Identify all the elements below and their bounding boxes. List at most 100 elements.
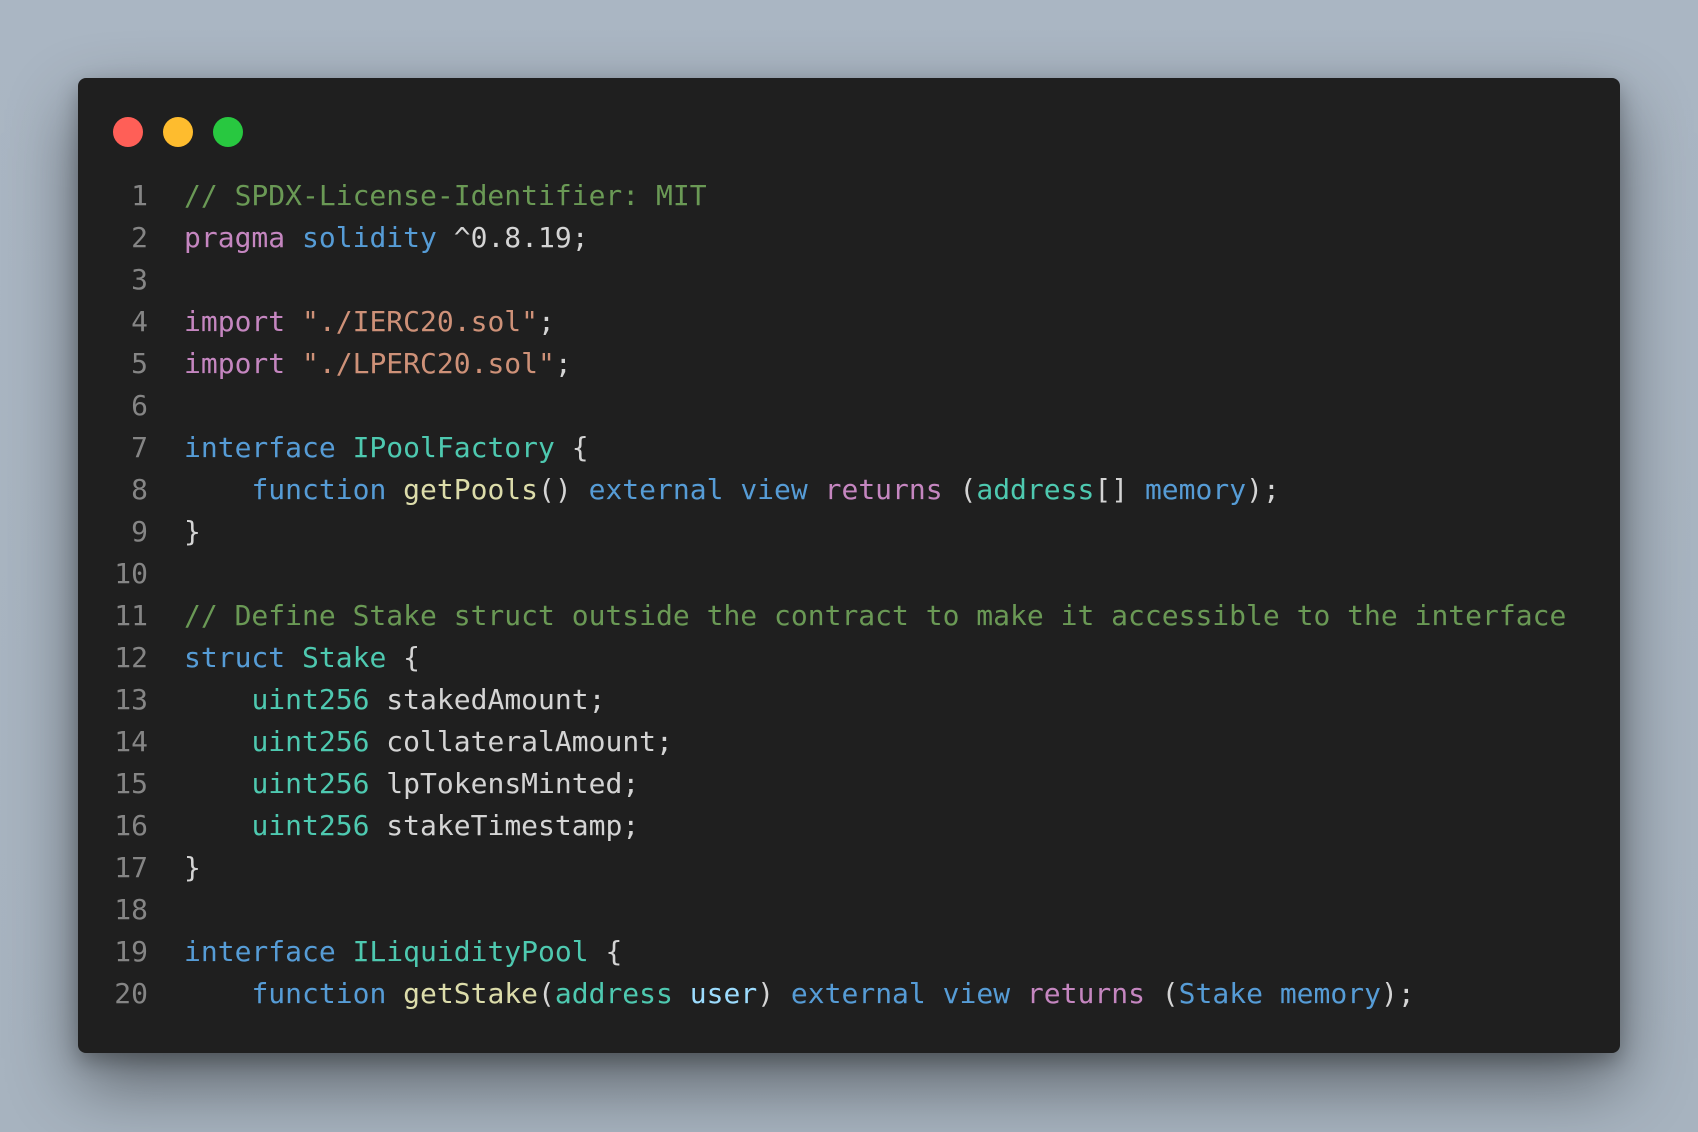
code-token: { [588,935,623,968]
code-token: function [251,473,387,506]
code-token: solidity [302,221,437,254]
code-text: uint256 stakeTimestamp; [148,805,639,847]
code-token: // Define Stake struct outside the contr… [184,599,1567,632]
code-line: 14 uint256 collateralAmount; [78,721,1620,763]
line-number: 17 [114,851,148,884]
code-token: import [184,305,286,338]
code-token: ); [1380,977,1415,1010]
code-token: Stake [302,641,387,674]
code-line: 8 function getPools() external view retu… [78,469,1620,511]
code-token: interface [184,935,336,968]
code-text: function getStake(address user) external… [148,973,1415,1015]
code-line: 1 // SPDX-License-Identifier: MIT [78,175,1620,217]
code-token: ILiquidityPool [352,935,589,968]
code-token: { [386,641,421,674]
code-line: 16 uint256 stakeTimestamp; [78,805,1620,847]
code-text: interface ILiquidityPool { [148,931,622,973]
code-token: Stake [1178,977,1263,1010]
code-token: returns [824,473,943,506]
code-token: view [942,977,1011,1010]
code-line: 2 pragma solidity ^0.8.19; [78,217,1620,259]
code-token: stakeTimestamp; [369,809,640,842]
code-text: import "./IERC20.sol"; [148,301,555,343]
code-token: address [554,977,673,1010]
code-token: IPoolFactory [352,431,555,464]
code-token: ( [1144,977,1179,1010]
code-token: stakedAmount; [369,683,606,716]
line-number: 14 [114,725,148,758]
code-token: { [554,431,589,464]
code-text: // SPDX-License-Identifier: MIT [148,175,707,217]
line-number: 9 [131,515,148,548]
maximize-button[interactable] [213,117,243,147]
line-number: 20 [114,977,148,1010]
close-button[interactable] [113,117,143,147]
code-line: 3 [78,259,1620,301]
code-token: ; [554,347,572,380]
code-text: function getPools() external view return… [148,469,1280,511]
code-token: ; [538,305,555,338]
line-number: 15 [114,767,148,800]
code-token: "./LPERC20.sol" [302,347,555,380]
code-token: import [184,347,286,380]
code-token: returns [1026,977,1145,1010]
code-token: ( [942,473,977,506]
code-line: 17} [78,847,1620,889]
code-line: 5 import "./LPERC20.sol"; [78,343,1620,385]
code-token: "./IERC20.sol" [302,305,539,338]
code-line: 10 [78,553,1620,595]
code-text: struct Stake { [148,637,420,679]
code-token: interface [184,431,336,464]
code-editor[interactable]: 1 // SPDX-License-Identifier: MIT 2 pragma … [78,175,1620,1015]
line-number: 3 [131,263,148,296]
code-text: // Define Stake struct outside the contr… [148,595,1566,637]
code-token: user [689,977,758,1010]
minimize-button[interactable] [163,117,193,147]
line-number: 8 [131,473,148,506]
code-text: uint256 collateralAmount; [148,721,672,763]
code-line: 18 [78,889,1620,931]
line-number: 1 [131,179,148,212]
line-number: 4 [131,305,148,338]
code-token: } [184,515,201,548]
code-token: ) [757,977,791,1010]
line-number: 10 [114,557,148,590]
code-token: () [538,473,589,506]
code-text: import "./LPERC20.sol"; [148,343,572,385]
code-line: 7 interface IPoolFactory { [78,427,1620,469]
code-token: external [790,977,926,1010]
code-token: uint256 [251,683,370,716]
code-token: [] [1094,473,1145,506]
code-token: ); [1246,473,1280,506]
code-line: 15 uint256 lpTokensMinted; [78,763,1620,805]
code-line: 9} [78,511,1620,553]
code-token: // SPDX-License-Identifier: MIT [184,179,707,212]
code-window: 1 // SPDX-License-Identifier: MIT 2 pragma … [78,78,1620,1053]
code-token: struct [184,641,286,674]
code-token: lpTokensMinted; [369,767,640,800]
code-line: 20 function getStake(address user) exter… [78,973,1620,1015]
line-number: 5 [131,347,148,380]
code-token: memory [1279,977,1381,1010]
code-text: uint256 lpTokensMinted; [148,763,639,805]
code-line: 4 import "./IERC20.sol"; [78,301,1620,343]
code-token: external [588,473,724,506]
